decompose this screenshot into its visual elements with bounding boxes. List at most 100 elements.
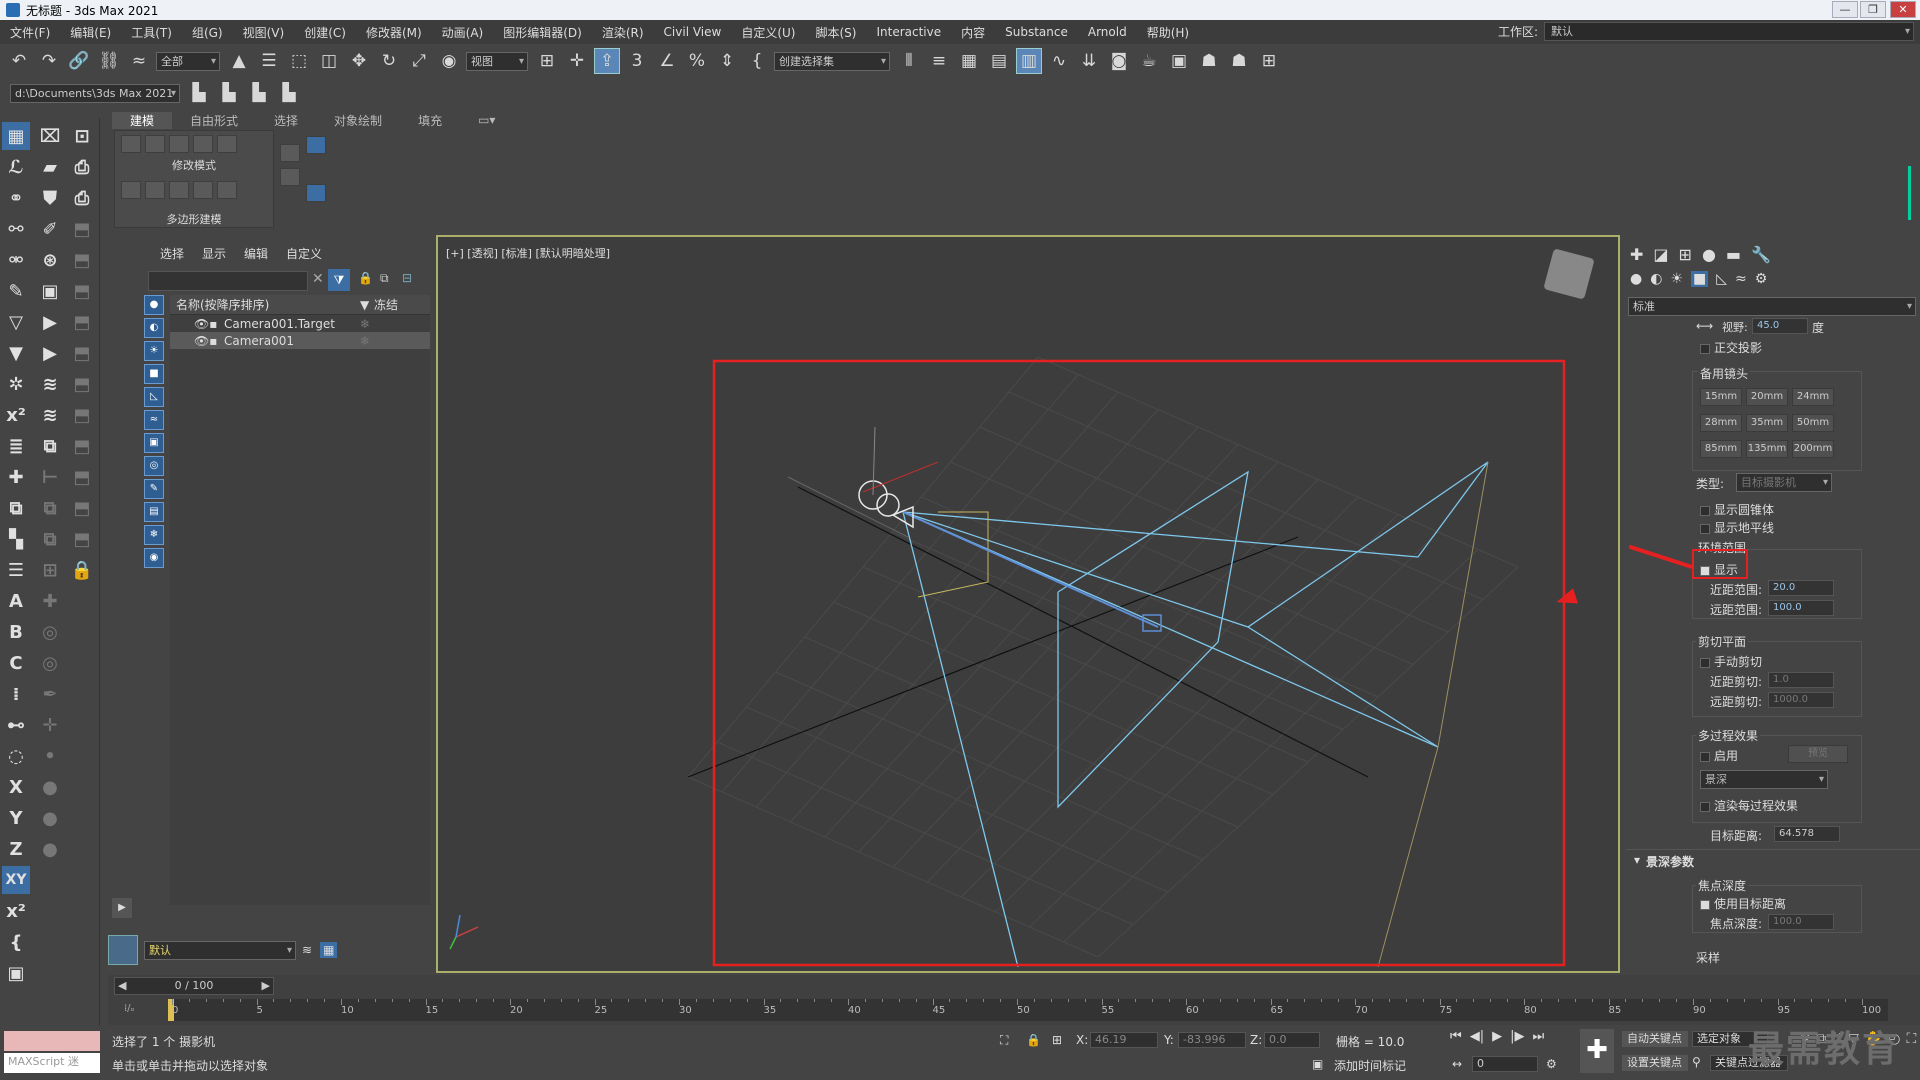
- layer-mode-icon[interactable]: ⊟: [402, 271, 412, 285]
- menu-content[interactable]: 内容: [951, 24, 995, 41]
- menu-create[interactable]: 创建(C): [294, 24, 356, 41]
- schematic-view-icon[interactable]: ⇊: [1076, 48, 1102, 74]
- menu-scripting[interactable]: 脚本(S): [805, 24, 866, 41]
- link-tool-icon[interactable]: ⚭: [2, 184, 30, 212]
- filter-helpers-icon[interactable]: ◺: [144, 387, 164, 407]
- motion-tab-icon[interactable]: ●: [1702, 245, 1716, 264]
- display-icon[interactable]: ⊡: [68, 122, 96, 150]
- toggle-layer-explorer-icon[interactable]: ▤: [986, 48, 1012, 74]
- spinner-snap-icon[interactable]: ⇕: [714, 48, 740, 74]
- x-coordinate-field[interactable]: 46.19: [1090, 1032, 1158, 1048]
- ribbon-tab-freeform[interactable]: 自由形式: [172, 112, 256, 129]
- time-slider-left-icon[interactable]: ◀: [118, 978, 126, 994]
- menu-views[interactable]: 视图(V): [233, 24, 295, 41]
- ribbon-options-icon[interactable]: ▭▾: [460, 113, 513, 127]
- rb-btn1-icon[interactable]: [121, 135, 141, 153]
- r3-icon[interactable]: ⬒: [68, 277, 96, 305]
- minimize-button[interactable]: —: [1832, 1, 1858, 18]
- snap-brace-icon[interactable]: {: [2, 928, 30, 956]
- dashed-circle-icon[interactable]: ◌: [2, 742, 30, 770]
- align2-icon[interactable]: ⊢: [36, 463, 64, 491]
- toggle-ribbon-icon[interactable]: ▥: [1016, 48, 1042, 74]
- r7-icon[interactable]: ⬒: [68, 401, 96, 429]
- mirror-icon[interactable]: ⫴: [896, 48, 922, 74]
- camera-target-box[interactable]: [1142, 614, 1162, 632]
- window-crossing-icon[interactable]: ◫: [316, 48, 342, 74]
- keyboard-shortcut-toggle-icon[interactable]: ⇪: [594, 48, 620, 74]
- lens-20mm-button[interactable]: 20mm: [1746, 388, 1788, 406]
- key-mode-toggle-icon[interactable]: ↔: [1452, 1057, 1462, 1071]
- place-icon[interactable]: ◉: [436, 48, 462, 74]
- select-tool-icon[interactable]: ▦: [2, 122, 30, 150]
- r6-icon[interactable]: ⬒: [68, 370, 96, 398]
- z-coordinate-field[interactable]: 0.0: [1264, 1032, 1320, 1048]
- play-tool-icon[interactable]: ▶: [36, 308, 64, 336]
- ribbon-tab-selection[interactable]: 选择: [256, 112, 316, 129]
- rb-side1-icon[interactable]: [280, 144, 300, 162]
- stack3-icon[interactable]: ≋: [36, 401, 64, 429]
- pen-tool-icon[interactable]: ✒: [36, 680, 64, 708]
- edit-named-sets-icon[interactable]: {: [744, 48, 770, 74]
- selection-lock-icon[interactable]: 🔒: [1026, 1033, 1041, 1047]
- selection-filter-dropdown[interactable]: 全部: [156, 51, 220, 71]
- set-project-folder-icon[interactable]: ▙: [276, 80, 302, 106]
- layer-toggle-icon[interactable]: ▦: [320, 942, 338, 958]
- scene-tab-edit[interactable]: 编辑: [244, 245, 268, 262]
- far-range-spinner[interactable]: 100.0: [1768, 600, 1834, 616]
- next-frame-icon[interactable]: |▶: [1510, 1029, 1524, 1044]
- track-bar[interactable]: 0 5 10 15 20 25 30 35 40 45 50 55 60 65 70 75 80 85 90 95 10…: [168, 999, 1888, 1021]
- menu-tools[interactable]: 工具(T): [121, 24, 182, 41]
- shapes-icon[interactable]: ◐: [1650, 271, 1662, 287]
- rb-btn9-icon[interactable]: [193, 181, 213, 199]
- spacewarps-icon[interactable]: ≈: [1735, 271, 1747, 287]
- axis-x-icon[interactable]: X: [2, 773, 30, 801]
- focal-depth-spinner[interactable]: 100.0: [1768, 914, 1834, 930]
- rb-btn7-icon[interactable]: [145, 181, 165, 199]
- project-folder-icon[interactable]: ▙: [186, 80, 212, 106]
- utilities-tab-icon[interactable]: 🔧: [1751, 245, 1771, 264]
- measure-icon[interactable]: ⊷: [2, 711, 30, 739]
- layer-tool-icon[interactable]: ≣: [2, 432, 30, 460]
- rb-btn3-icon[interactable]: [169, 135, 189, 153]
- time-slider-right-icon[interactable]: ▶: [262, 978, 270, 994]
- layer-dropdown[interactable]: 默认: [144, 940, 296, 960]
- layers2-icon[interactable]: ⧉: [36, 432, 64, 460]
- pivot-center-icon[interactable]: ⊞: [534, 48, 560, 74]
- absolute-mode-icon[interactable]: ⊞: [1052, 1033, 1062, 1047]
- r8-icon[interactable]: ⬒: [68, 432, 96, 460]
- cameras-icon[interactable]: ■: [1691, 271, 1709, 287]
- a360-icon[interactable]: ⊞: [1256, 48, 1282, 74]
- rb-side3-icon[interactable]: [306, 136, 326, 154]
- create-project-icon[interactable]: ▙: [216, 80, 242, 106]
- maxscript-input[interactable]: MAXScript 迷: [4, 1053, 100, 1073]
- menu-customize[interactable]: 自定义(U): [731, 24, 805, 41]
- scene-tab-display[interactable]: 显示: [202, 245, 226, 262]
- key-mode-icon[interactable]: ⁞/ₒ: [124, 1003, 135, 1014]
- maximize-viewport-icon[interactable]: ⛶: [1907, 1031, 1917, 1047]
- lens-85mm-button[interactable]: 85mm: [1700, 440, 1742, 458]
- axis-y-icon[interactable]: Y: [2, 804, 30, 832]
- set-key-button[interactable]: 设置关键点: [1622, 1055, 1688, 1071]
- select-layer-icon[interactable]: ▚: [2, 525, 30, 553]
- menu-modifiers[interactable]: 修改器(M): [356, 24, 432, 41]
- transform-gizmo-icon[interactable]: ✲: [2, 370, 30, 398]
- reference-coord-dropdown[interactable]: 视图: [466, 51, 528, 71]
- menu-file[interactable]: 文件(F): [0, 24, 60, 41]
- ribbon-tab-populate[interactable]: 填充: [400, 112, 460, 129]
- text-b-icon[interactable]: B: [2, 618, 30, 646]
- add-time-tag-label[interactable]: 添加时间标记: [1334, 1057, 1406, 1074]
- scale-icon[interactable]: ⤢: [406, 48, 432, 74]
- column-frozen-header[interactable]: 冻结: [374, 296, 398, 313]
- list-item[interactable]: 👁▪ Camera001 ❄: [170, 332, 430, 349]
- multipass-enable-checkbox[interactable]: 启用: [1700, 747, 1738, 764]
- node-icon[interactable]: ⊛: [36, 246, 64, 274]
- rendered-frame-window-icon[interactable]: ▣: [1166, 48, 1192, 74]
- link-icon[interactable]: 🔗: [66, 48, 92, 74]
- manual-clip-checkbox[interactable]: 手动剪切: [1700, 653, 1762, 670]
- multipass-preview-button[interactable]: 预览: [1788, 745, 1848, 763]
- goto-start-icon[interactable]: ⏮: [1450, 1029, 1462, 1044]
- layer-stack-icon[interactable]: ≋: [302, 943, 312, 957]
- lock-selection-icon[interactable]: 🔒: [358, 271, 373, 285]
- align-icon[interactable]: ≡: [926, 48, 952, 74]
- systems-icon[interactable]: ⚙: [1755, 271, 1768, 287]
